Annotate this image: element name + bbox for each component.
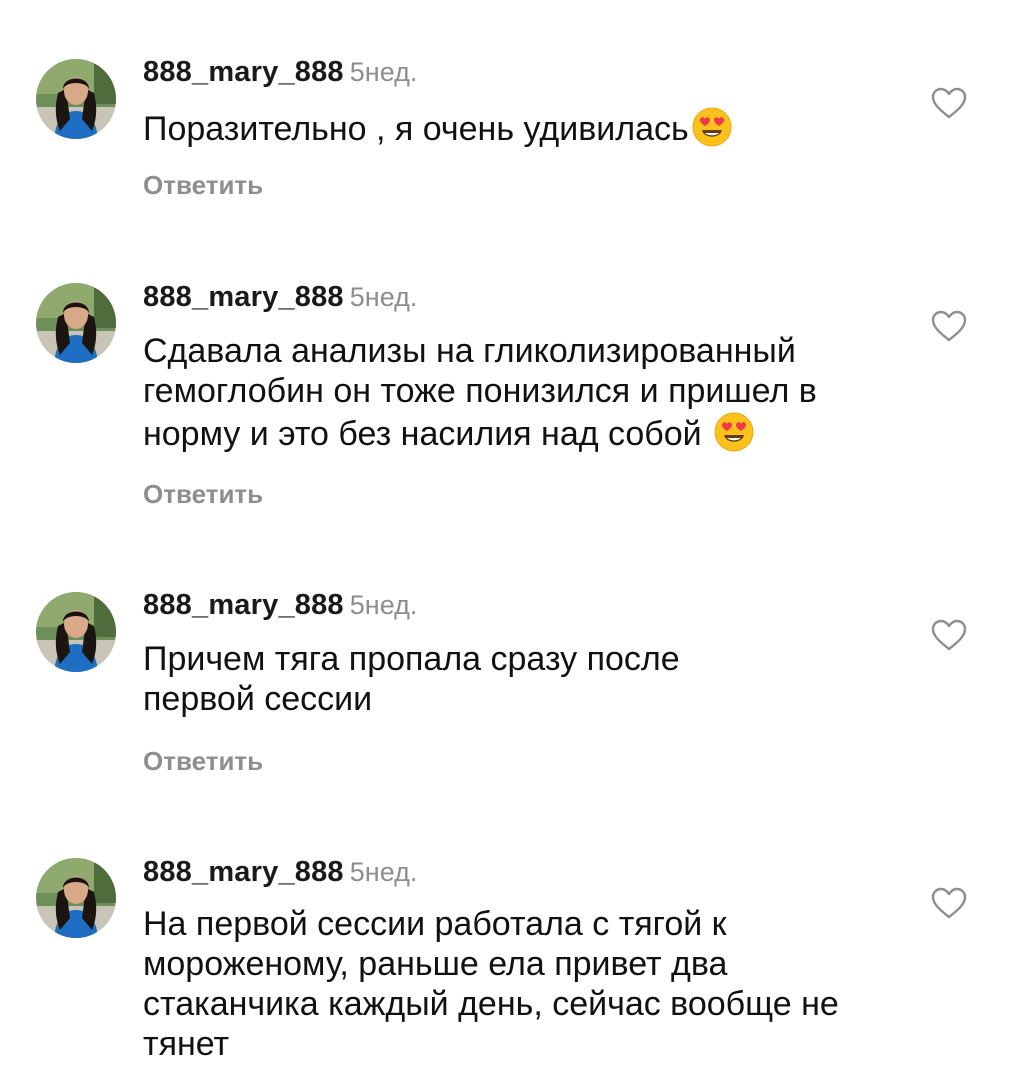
comment-text: Сдавала анализы на гликолизированный гем… [143, 331, 903, 454]
comments-list: 888_mary_888 5нед. Поразительно , я очень… [0, 0, 1030, 1080]
heart-eyes-emoji-icon [691, 106, 733, 148]
comment-text: Поразительно , я очень удивилась [143, 106, 903, 149]
comment-time: 5нед. [349, 57, 418, 87]
comment-header: 888_mary_888 5нед. [143, 281, 417, 318]
comment-username[interactable]: 888_mary_888 [143, 856, 344, 888]
heart-outline-icon[interactable] [930, 309, 968, 343]
comment-time: 5нед. [349, 857, 418, 887]
comment-text-body: Причем тяга пропала сразу после первой с… [143, 640, 680, 718]
comment-username[interactable]: 888_mary_888 [143, 281, 344, 313]
heart-outline-icon[interactable] [930, 86, 968, 120]
comment-header: 888_mary_888 5нед. [143, 56, 417, 93]
comment-header: 888_mary_888 5нед. [143, 589, 417, 626]
reply-button[interactable]: Ответить [143, 479, 263, 509]
user-avatar[interactable] [36, 858, 116, 938]
user-avatar[interactable] [36, 59, 116, 139]
user-avatar[interactable] [36, 283, 116, 363]
comment-text-body: Поразительно , я очень удивилась [143, 110, 689, 148]
heart-outline-icon[interactable] [930, 886, 968, 920]
comment-time: 5нед. [349, 590, 418, 620]
comment-time: 5нед. [349, 282, 418, 312]
heart-outline-icon[interactable] [930, 618, 968, 652]
reply-button[interactable]: Ответить [143, 746, 263, 776]
comment-text-body: На первой сессии работала с тягой к моро… [143, 905, 839, 1063]
user-avatar[interactable] [36, 592, 116, 672]
comment-text: На первой сессии работала с тягой к моро… [143, 904, 888, 1064]
comment-username[interactable]: 888_mary_888 [143, 589, 344, 621]
comment-text: Причем тяга пропала сразу после первой с… [143, 639, 783, 719]
reply-button[interactable]: Ответить [143, 170, 263, 200]
comment-header: 888_mary_888 5нед. [143, 856, 417, 893]
heart-eyes-emoji-icon [713, 411, 755, 453]
comment-username[interactable]: 888_mary_888 [143, 56, 344, 88]
